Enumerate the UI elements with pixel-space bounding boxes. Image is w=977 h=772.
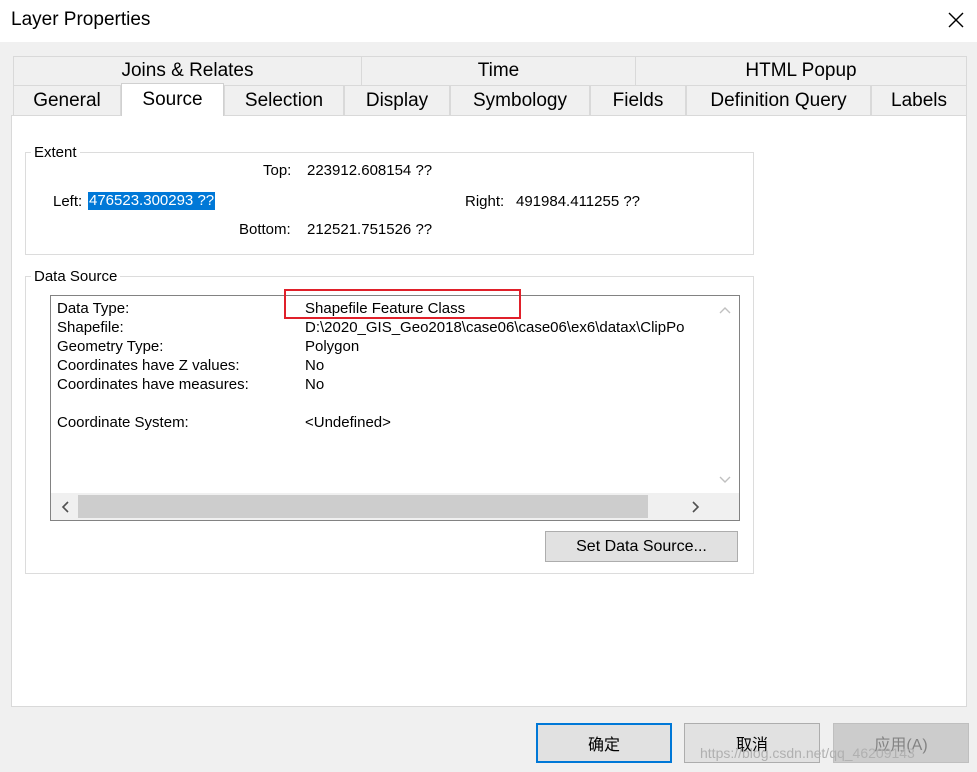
tab-label: Source bbox=[142, 89, 203, 110]
scroll-up-button[interactable] bbox=[710, 296, 739, 323]
bottom-label: Bottom: bbox=[239, 221, 291, 238]
extent-legend: Extent bbox=[31, 145, 80, 161]
tab-label: Definition Query bbox=[710, 89, 847, 111]
tab-label: HTML Popup bbox=[745, 60, 857, 81]
close-icon bbox=[948, 12, 964, 28]
tab-symbology[interactable]: Symbology bbox=[450, 85, 590, 115]
source-tab-panel: Extent Top: 223912.608154 ?? Left: 47652… bbox=[11, 115, 967, 707]
list-label: Coordinates have Z values: bbox=[57, 357, 240, 374]
top-label: Top: bbox=[263, 162, 292, 179]
data-source-listbox[interactable]: Data Type: Shapefile Feature Class Shape… bbox=[50, 295, 740, 521]
scroll-down-button[interactable] bbox=[710, 466, 739, 493]
close-button[interactable] bbox=[938, 4, 974, 36]
tab-labels[interactable]: Labels bbox=[871, 85, 967, 115]
list-value: D:\2020_GIS_Geo2018\case06\case06\ex6\da… bbox=[305, 319, 685, 336]
tab-general[interactable]: General bbox=[13, 85, 121, 115]
list-value: <Undefined> bbox=[305, 414, 391, 431]
tab-label: General bbox=[33, 89, 101, 111]
data-source-legend: Data Source bbox=[31, 269, 121, 285]
chevron-up-icon bbox=[719, 306, 730, 313]
chevron-right-icon bbox=[691, 500, 699, 513]
list-label: Data Type: bbox=[57, 300, 130, 317]
list-label: Shapefile: bbox=[57, 319, 124, 336]
tab-label: Joins & Relates bbox=[121, 60, 254, 81]
tab-joins-relates[interactable]: Joins & Relates bbox=[13, 56, 362, 85]
scroll-right-button[interactable] bbox=[682, 493, 709, 520]
list-label: Geometry Type: bbox=[57, 338, 164, 355]
list-label: Coordinate System: bbox=[57, 414, 189, 431]
chevron-left-icon bbox=[61, 500, 69, 513]
scroll-thumb[interactable] bbox=[78, 495, 648, 518]
vertical-scrollbar[interactable] bbox=[710, 296, 739, 493]
tab-selection[interactable]: Selection bbox=[224, 85, 344, 115]
tab-label: Display bbox=[365, 89, 429, 111]
tab-definition-query[interactable]: Definition Query bbox=[686, 85, 871, 115]
tab-time[interactable]: Time bbox=[361, 56, 636, 85]
tab-source[interactable]: Source bbox=[121, 83, 224, 116]
horizontal-scrollbar[interactable] bbox=[51, 493, 739, 520]
tab-fields[interactable]: Fields bbox=[590, 85, 686, 115]
scroll-left-button[interactable] bbox=[51, 493, 78, 520]
tab-display[interactable]: Display bbox=[344, 85, 450, 115]
window-title: Layer Properties bbox=[11, 9, 151, 30]
ok-button[interactable]: 确定 bbox=[536, 723, 672, 763]
highlight-box bbox=[284, 289, 521, 319]
list-label: Coordinates have measures: bbox=[57, 376, 249, 393]
bottom-value: 212521.751526 ?? bbox=[307, 221, 433, 238]
title-bar: Layer Properties bbox=[0, 0, 977, 42]
list-value: No bbox=[305, 376, 325, 393]
tab-label: Fields bbox=[612, 89, 664, 111]
list-value: Polygon bbox=[305, 338, 360, 355]
tab-label: Time bbox=[477, 60, 520, 81]
left-value[interactable]: 476523.300293 ?? bbox=[88, 192, 216, 210]
tab-label: Labels bbox=[891, 89, 947, 111]
chevron-down-icon bbox=[719, 476, 730, 483]
top-value: 223912.608154 ?? bbox=[307, 162, 433, 179]
list-value: No bbox=[305, 357, 325, 374]
tab-html-popup[interactable]: HTML Popup bbox=[635, 56, 967, 85]
left-label: Left: bbox=[53, 193, 83, 210]
tab-label: Selection bbox=[244, 89, 324, 111]
set-data-source-button[interactable]: Set Data Source... bbox=[545, 531, 738, 562]
right-label: Right: bbox=[465, 193, 505, 210]
watermark: https://blog.csdn.net/qq_46209143 bbox=[700, 745, 915, 761]
tab-label: Symbology bbox=[473, 89, 567, 111]
right-value: 491984.411255 ?? bbox=[516, 193, 641, 210]
